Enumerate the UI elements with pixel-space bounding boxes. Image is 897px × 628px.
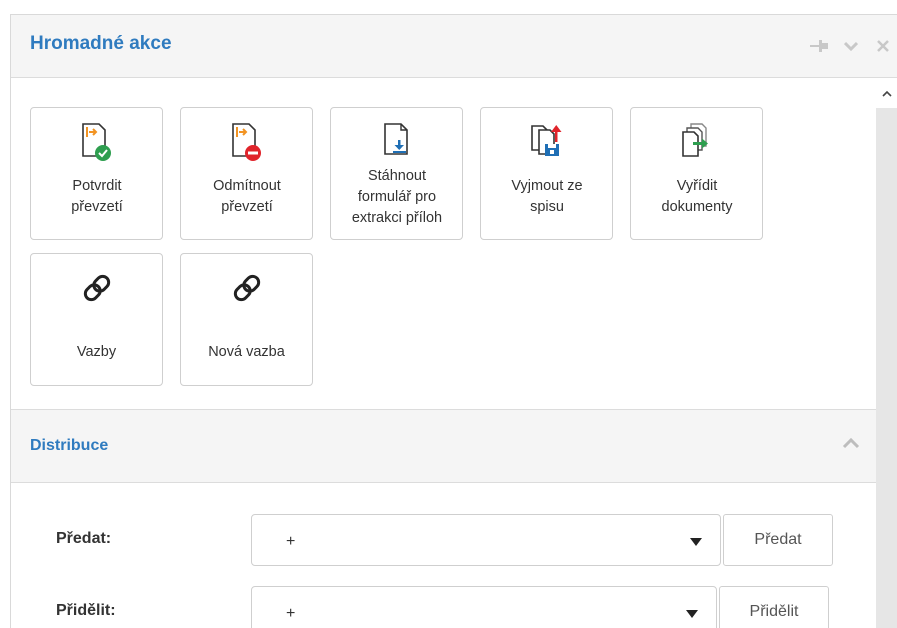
settle-documents-button[interactable]: Vyřídit dokumenty [630, 107, 763, 240]
remove-from-file-icon [481, 120, 612, 164]
new-link-icon [181, 266, 312, 310]
new-link-button[interactable]: Nová vazba [180, 253, 313, 386]
confirm-receipt-button[interactable]: Potvrdit převzetí [30, 107, 163, 240]
new-link-label: Nová vazba [208, 344, 285, 360]
distribution-section-header[interactable]: Distribuce [11, 409, 876, 483]
chevron-up-icon[interactable] [842, 436, 862, 456]
panel-content: Potvrdit převzetí Odmítnout převzetí Stá… [11, 78, 876, 628]
caret-down-icon [690, 538, 702, 546]
pin-icon[interactable] [810, 37, 828, 55]
scroll-up-icon[interactable] [876, 78, 897, 108]
settle-documents-icon [631, 120, 762, 164]
confirm-receipt-label: Potvrdit převzetí [71, 178, 123, 215]
vertical-scrollbar[interactable] [876, 78, 897, 628]
download-form-icon [331, 120, 462, 164]
reject-receipt-button[interactable]: Odmítnout převzetí [180, 107, 313, 240]
assign-row: Přidělit: + Přidělit [11, 586, 876, 628]
assign-button[interactable]: Přidělit [719, 586, 829, 628]
caret-down-icon [686, 610, 698, 618]
panel-header: Hromadné akce [11, 15, 897, 78]
reject-receipt-icon [181, 120, 312, 164]
link-icon [31, 266, 162, 310]
links-button[interactable]: Vazby [30, 253, 163, 386]
reject-receipt-label: Odmítnout převzetí [213, 178, 281, 215]
assign-select[interactable]: + [251, 586, 717, 628]
download-form-label: Stáhnout formulář pro extrakci příloh [351, 168, 443, 226]
chevron-down-icon[interactable] [842, 37, 860, 55]
bulk-actions-panel: Hromadné akce Potvrdit převzetí Odmítnou… [10, 14, 897, 628]
handover-select[interactable]: + [251, 514, 721, 566]
handover-select-value: + [286, 533, 296, 550]
remove-from-file-button[interactable]: Vyjmout ze spisu [480, 107, 613, 240]
links-label: Vazby [76, 344, 117, 360]
distribution-title: Distribuce [30, 437, 109, 454]
handover-label: Předat: [56, 530, 112, 547]
settle-documents-label: Vyřídit dokumenty [661, 178, 733, 215]
download-form-button[interactable]: Stáhnout formulář pro extrakci příloh [330, 107, 463, 240]
confirm-receipt-icon [31, 120, 162, 164]
remove-from-file-label: Vyjmout ze spisu [511, 178, 583, 215]
close-icon[interactable] [874, 37, 892, 55]
panel-title: Hromadné akce [30, 33, 172, 54]
handover-button[interactable]: Předat [723, 514, 833, 566]
handover-row: Předat: + Předat [11, 514, 876, 566]
header-tools [810, 37, 892, 55]
assign-label: Přidělit: [56, 602, 116, 619]
assign-select-value: + [286, 605, 296, 622]
